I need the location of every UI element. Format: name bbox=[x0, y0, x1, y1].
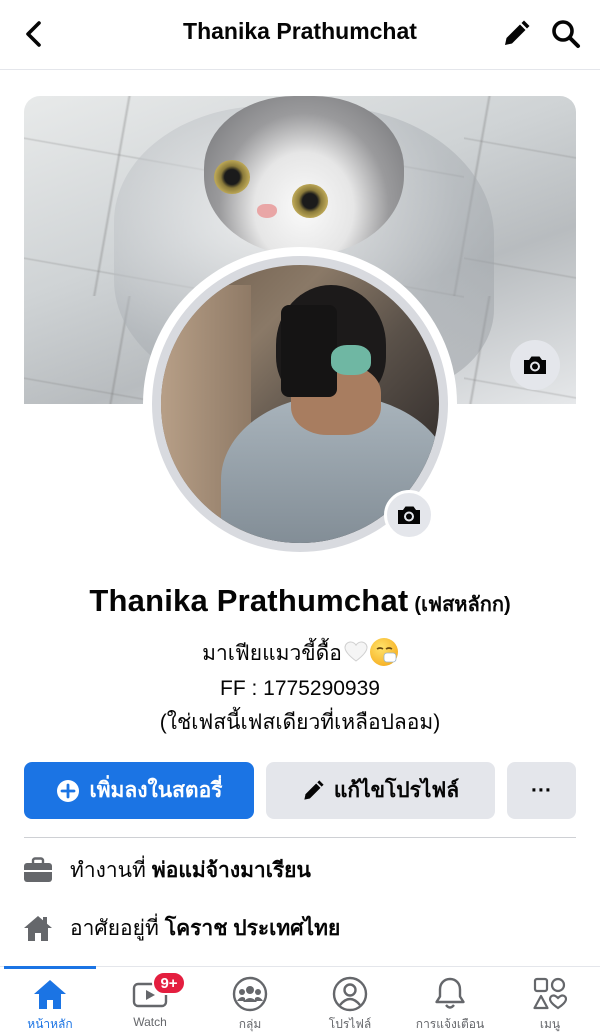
page-title: Thanika Prathumchat bbox=[183, 18, 417, 44]
profile-name-row: Thanika Prathumchat (เฟสหลักก) bbox=[0, 583, 600, 620]
tab-profile[interactable]: โปรไฟล์ bbox=[300, 967, 400, 1033]
groups-icon bbox=[230, 975, 270, 1013]
cat-right-eye bbox=[292, 184, 328, 218]
tab-notifications[interactable]: การแจ้งเตือน bbox=[400, 967, 500, 1033]
tab-home-label: หน้าหลัก bbox=[27, 1017, 73, 1031]
pencil-icon bbox=[505, 20, 530, 45]
cat-nose bbox=[257, 204, 277, 218]
edit-cover-photo-button[interactable] bbox=[510, 340, 560, 390]
briefcase-icon bbox=[22, 854, 54, 886]
menu-icon bbox=[530, 975, 570, 1013]
house-icon bbox=[22, 912, 54, 944]
add-to-story-button[interactable]: เพิ่มลงในสตอรี่ bbox=[24, 762, 254, 819]
tab-notifications-label: การแจ้งเตือน bbox=[415, 1017, 485, 1031]
bio-line-2: FF : 1775290939 bbox=[220, 677, 380, 700]
white-heart-icon bbox=[344, 641, 368, 662]
profile-icon bbox=[330, 975, 370, 1013]
bottom-tab-bar: หน้าหลัก 9+ Watch กลุ่ม โปรไฟล์ การแจ้งเ… bbox=[0, 966, 600, 1033]
profile-name: Thanika Prathumchat bbox=[89, 583, 409, 618]
edit-profile-picture-button[interactable] bbox=[384, 490, 434, 540]
cat-left-eye bbox=[214, 160, 250, 194]
chevron-left-icon bbox=[26, 21, 41, 47]
edit-button[interactable] bbox=[496, 14, 536, 54]
bio-text-1: มาเฟียแมวขี้ดื้อ bbox=[202, 642, 342, 665]
watch-notification-badge: 9+ bbox=[152, 971, 186, 995]
bell-icon bbox=[430, 975, 470, 1013]
intro-home-row[interactable]: อาศัยอยู่ที่ โคราช ประเทศไทย bbox=[22, 908, 576, 948]
edit-profile-label: แก้ไขโปรไฟล์ bbox=[333, 779, 460, 802]
tab-profile-label: โปรไฟล์ bbox=[328, 1017, 372, 1031]
avatar-phone bbox=[281, 305, 337, 397]
avatar-mask bbox=[331, 345, 371, 375]
sneezing-face-icon bbox=[369, 638, 398, 666]
home-icon bbox=[30, 975, 70, 1013]
tab-watch-label: Watch bbox=[133, 1015, 167, 1029]
section-divider bbox=[24, 837, 576, 838]
tab-watch[interactable]: 9+ Watch bbox=[100, 967, 200, 1033]
tab-menu-label: เมนู bbox=[539, 1017, 561, 1031]
intro-work-value: พ่อแม่จ้างมาเรียน bbox=[151, 858, 311, 882]
intro-work-row[interactable]: ทำงานที่ พ่อแม่จ้างมาเรียน bbox=[22, 850, 576, 890]
camera-icon bbox=[524, 356, 546, 374]
watch-video-icon: 9+ bbox=[130, 971, 186, 1013]
search-button[interactable] bbox=[546, 14, 586, 54]
edit-profile-button[interactable]: แก้ไขโปรไฟล์ bbox=[266, 762, 495, 819]
tab-groups[interactable]: กลุ่ม bbox=[200, 967, 300, 1033]
more-options-label: ··· bbox=[531, 778, 552, 802]
intro-home-value: โคราช ประเทศไทย bbox=[164, 916, 341, 940]
bio-line-1: มาเฟียแมวขี้ดื้อ bbox=[0, 637, 600, 671]
pencil-icon bbox=[302, 779, 324, 802]
add-to-story-label: เพิ่มลงในสตอรี่ bbox=[89, 779, 223, 802]
intro-home-prefix: อาศัยอยู่ที่ bbox=[70, 916, 159, 940]
search-icon bbox=[552, 20, 580, 48]
tab-menu[interactable]: เมนู bbox=[500, 967, 600, 1033]
tab-home[interactable]: หน้าหลัก bbox=[0, 966, 100, 1033]
intro-work-prefix: ทำงานที่ bbox=[70, 858, 146, 882]
bio-line-3: (ใช่เฟสนี้เฟสเดียวที่เหลือปลอม) bbox=[159, 711, 441, 734]
camera-icon bbox=[398, 506, 420, 524]
tab-groups-label: กลุ่ม bbox=[238, 1017, 262, 1031]
top-navigation-bar: Thanika Prathumchat bbox=[0, 0, 600, 70]
more-options-button[interactable]: ··· bbox=[507, 762, 576, 819]
plus-circle-icon bbox=[56, 779, 80, 803]
profile-alternate-name: (เฟสหลักก) bbox=[414, 594, 511, 616]
back-button[interactable] bbox=[14, 14, 54, 54]
